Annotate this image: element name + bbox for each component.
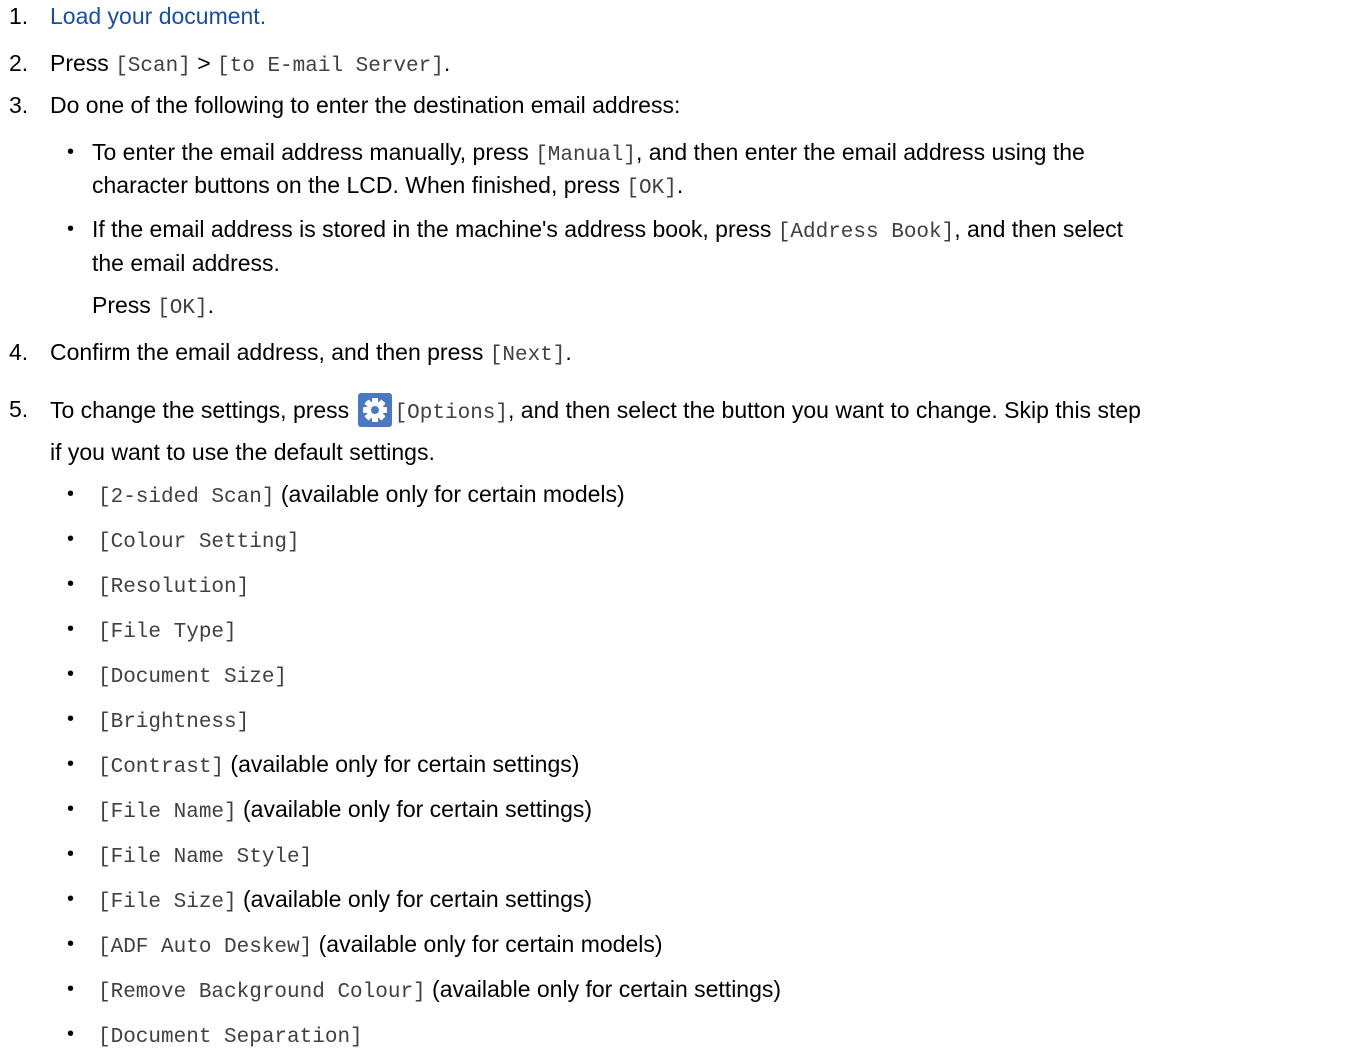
step-text: if you want to use the default settings. xyxy=(50,439,435,465)
bullet: • xyxy=(67,218,75,240)
bullet: • xyxy=(67,618,75,640)
option-setting-name: [File Type] xyxy=(98,621,237,644)
option-setting-name: [File Size] xyxy=(98,891,237,914)
step-text: , and then select the button you want to… xyxy=(508,397,1141,423)
option-setting-name: [File Name] xyxy=(98,801,237,824)
step-text: Confirm the email address, and then pres… xyxy=(50,339,490,365)
manual-button-ref: [Manual] xyxy=(535,144,637,167)
scan-button-ref: [Scan] xyxy=(115,55,191,78)
step-text: > xyxy=(190,50,218,76)
option-note: (available only for certain models) xyxy=(312,931,663,957)
bullet-text: Press xyxy=(92,292,158,318)
options-button-ref: [Options] xyxy=(394,402,508,425)
bullet-text: the email address. xyxy=(92,250,280,276)
bullet: • xyxy=(67,978,75,1000)
bullet: • xyxy=(67,528,75,550)
step-text: To change the settings, press xyxy=(50,397,356,423)
instructions-page: 1. Load your document. 2. Press [Scan] >… xyxy=(0,0,1347,1050)
option-note: (available only for certain settings) xyxy=(224,751,580,777)
bullet: • xyxy=(67,663,75,685)
bullet: • xyxy=(67,141,75,163)
step-number: 1. xyxy=(9,3,29,29)
email-server-button-ref: [to E-mail Server] xyxy=(217,55,444,78)
bullet: • xyxy=(67,573,75,595)
bullet-text: To enter the email address manually, pre… xyxy=(92,139,536,165)
bullet-text: If the email address is stored in the ma… xyxy=(92,216,778,242)
option-note: (available only for certain settings) xyxy=(236,796,593,822)
option-setting-name: [File Name Style] xyxy=(98,846,313,869)
bullet: • xyxy=(67,483,75,505)
step-text: Press xyxy=(50,50,116,76)
option-note: (available only for certain settings) xyxy=(236,886,593,912)
option-note: (available only for certain models) xyxy=(274,481,625,507)
ok-button-ref: [OK] xyxy=(626,177,677,200)
bullet: • xyxy=(67,753,75,775)
bullet-text: , and then select xyxy=(954,216,1124,242)
step-text: . xyxy=(443,50,451,76)
option-setting-name: [2-sided Scan] xyxy=(98,486,275,509)
step-text: . xyxy=(565,339,572,365)
step-number: 4. xyxy=(9,339,29,365)
bullet: • xyxy=(67,843,75,865)
option-setting-name: [ADF Auto Deskew] xyxy=(98,936,313,959)
option-setting-name: [Brightness] xyxy=(98,711,250,734)
gear-icon xyxy=(357,393,392,427)
option-setting-name: [Colour Setting] xyxy=(98,531,300,554)
bullet: • xyxy=(67,798,75,820)
step-number: 2. xyxy=(9,50,29,76)
option-setting-name: [Remove Background Colour] xyxy=(98,981,426,1004)
bullet-text: character buttons on the LCD. When finis… xyxy=(92,172,627,198)
bullet: • xyxy=(67,888,75,910)
bullet-text: . xyxy=(676,172,684,198)
option-setting-name: [Contrast] xyxy=(98,756,225,779)
bullet-text: . xyxy=(207,292,214,318)
address-book-button-ref: [Address Book] xyxy=(777,221,955,244)
option-setting-name: [Document Separation] xyxy=(98,1026,363,1049)
step-text: Do one of the following to enter the des… xyxy=(50,92,681,118)
option-setting-name: [Resolution] xyxy=(98,576,250,599)
step-number: 5. xyxy=(9,396,29,422)
ok-button-ref: [OK] xyxy=(157,297,208,320)
next-button-ref: [Next] xyxy=(489,344,566,367)
bullet: • xyxy=(67,933,75,955)
bullet: • xyxy=(67,708,75,730)
bullet: • xyxy=(67,1023,75,1045)
option-setting-name: [Document Size] xyxy=(98,666,288,689)
load-document-link[interactable]: Load your document. xyxy=(50,3,266,29)
bullet-text: , and then enter the email address using… xyxy=(636,139,1085,165)
step-number: 3. xyxy=(9,92,29,118)
option-note: (available only for certain settings) xyxy=(425,976,782,1002)
